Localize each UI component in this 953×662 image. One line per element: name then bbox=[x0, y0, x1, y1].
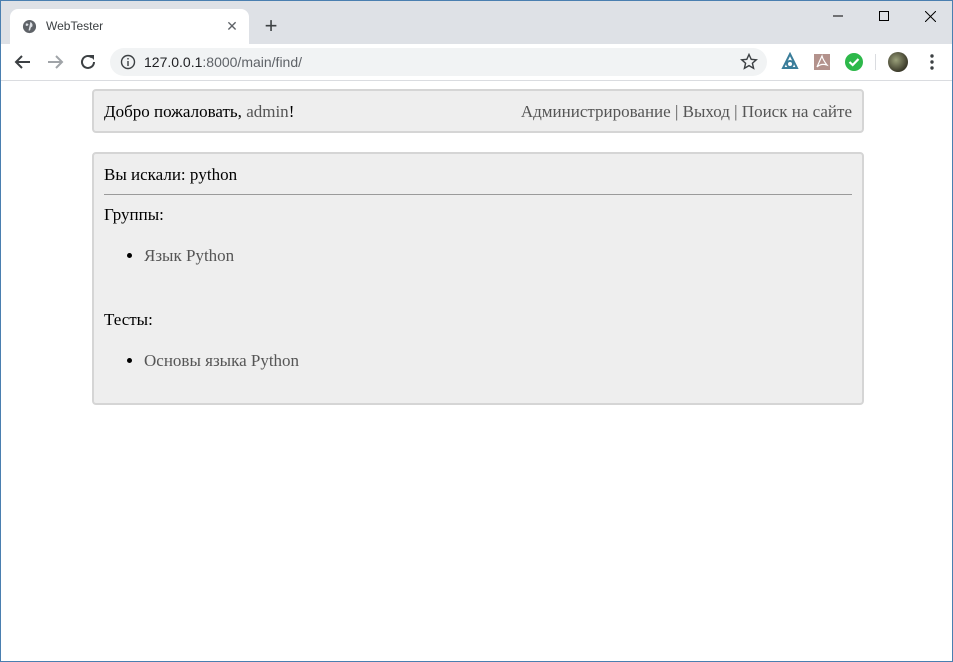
url-host: 127.0.0.1 bbox=[144, 54, 203, 70]
minimize-button[interactable] bbox=[815, 1, 861, 31]
welcome-prefix: Добро пожаловать, bbox=[104, 102, 247, 121]
welcome-suffix: ! bbox=[288, 102, 295, 121]
maximize-icon bbox=[879, 11, 889, 21]
site-header: Добро пожаловать, admin! Администрирован… bbox=[92, 89, 864, 133]
info-icon[interactable] bbox=[120, 54, 136, 70]
search-results: Вы искали: python Группы: Язык Python Те… bbox=[92, 152, 864, 405]
toolbar-separator bbox=[875, 54, 876, 70]
back-icon bbox=[14, 55, 30, 69]
browser-toolbar: 127.0.0.1:8000/main/find/ bbox=[1, 44, 952, 81]
tab-title: WebTester bbox=[46, 19, 104, 33]
pdf-icon[interactable] bbox=[812, 52, 832, 72]
tests-heading: Тесты: bbox=[104, 310, 153, 329]
close-icon[interactable]: ✕ bbox=[223, 17, 241, 35]
link-separator: | bbox=[729, 102, 742, 121]
url-path: :8000/main/find/ bbox=[202, 54, 303, 70]
globe-icon bbox=[22, 19, 37, 34]
address-bar[interactable]: 127.0.0.1:8000/main/find/ bbox=[110, 48, 767, 76]
title-bar: WebTester ✕ + bbox=[1, 1, 952, 44]
username-link[interactable]: admin bbox=[246, 102, 289, 121]
maximize-button[interactable] bbox=[861, 1, 907, 31]
list-item: Язык Python bbox=[144, 246, 234, 266]
browser-tab[interactable]: WebTester ✕ bbox=[10, 9, 249, 44]
logout-link[interactable]: Выход bbox=[683, 102, 730, 121]
check-icon[interactable] bbox=[844, 52, 864, 72]
browser-window: WebTester ✕ + 127.0.0.1:8000/main/find/ bbox=[0, 0, 953, 662]
group-result-link[interactable]: Язык Python bbox=[144, 246, 234, 265]
back-button[interactable] bbox=[12, 51, 34, 73]
forward-icon bbox=[48, 55, 64, 69]
star-icon[interactable] bbox=[740, 53, 758, 71]
avatar[interactable] bbox=[888, 52, 908, 72]
welcome-message: Добро пожаловать, admin! bbox=[104, 102, 294, 122]
groups-heading: Группы: bbox=[104, 205, 164, 224]
window-close-button[interactable] bbox=[907, 1, 952, 31]
menu-icon[interactable] bbox=[922, 52, 942, 72]
plus-icon[interactable]: + bbox=[260, 15, 282, 37]
link-separator: | bbox=[670, 102, 683, 121]
extension-icon[interactable] bbox=[780, 52, 800, 72]
site-search-link[interactable]: Поиск на сайте bbox=[742, 102, 852, 121]
forward-button[interactable] bbox=[44, 51, 66, 73]
header-links: Администрирование | Выход | Поиск на сай… bbox=[521, 102, 852, 122]
tests-list: Основы языка Python bbox=[104, 351, 299, 371]
groups-list: Язык Python bbox=[104, 246, 234, 266]
admin-link[interactable]: Администрирование bbox=[521, 102, 671, 121]
page-content: Добро пожаловать, admin! Администрирован… bbox=[1, 81, 952, 661]
window-close-icon bbox=[924, 10, 936, 22]
url-text[interactable]: 127.0.0.1:8000/main/find/ bbox=[144, 54, 302, 70]
search-query: Вы искали: python bbox=[104, 165, 238, 184]
divider bbox=[104, 194, 852, 195]
minimize-icon bbox=[833, 15, 843, 17]
reload-button[interactable] bbox=[77, 51, 99, 73]
reload-icon bbox=[81, 54, 95, 69]
list-item: Основы языка Python bbox=[144, 351, 299, 371]
test-result-link[interactable]: Основы языка Python bbox=[144, 351, 299, 370]
